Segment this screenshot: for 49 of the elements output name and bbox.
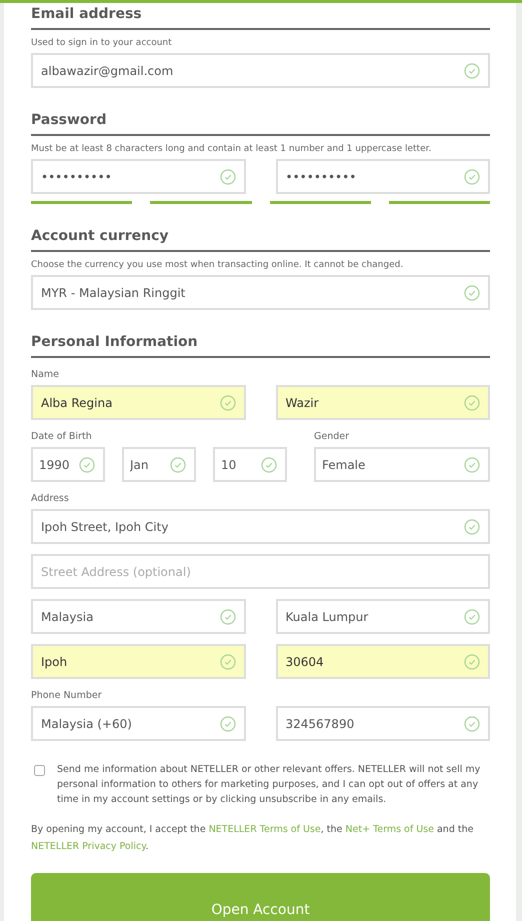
input-field[interactable]: 10 [213, 447, 287, 482]
input-field[interactable]: 30604 [276, 644, 490, 679]
input-field[interactable]: •••••••••• [276, 159, 490, 194]
check-icon [220, 169, 236, 185]
check-icon [464, 457, 480, 473]
input-field[interactable]: •••••••••• [31, 159, 246, 194]
section-heading: Personal Information [31, 331, 490, 358]
hint-text: Must be at least 8 characters long and contain at least 1 number and 1 uppercase letter. [31, 143, 432, 155]
check-icon [220, 716, 236, 732]
check-icon [170, 457, 186, 473]
section-heading: Password [31, 109, 490, 136]
field-label: Phone Number [31, 689, 103, 702]
field-label: Gender [314, 430, 350, 443]
input-field[interactable]: Ipoh [31, 644, 246, 679]
legal-text: By opening my account, I accept the NETELLER Terms of Use, the Net+ Terms of Use and the NETELLER Privacy Policy. [31, 823, 474, 854]
check-icon [464, 285, 480, 301]
hint-text: Used to sign in to your account [31, 37, 173, 49]
check-icon [261, 457, 277, 473]
checkbox[interactable] [34, 765, 45, 776]
consent-text: Send me information about NETELLER or other relevant offers. NETELLER will not sell my personal information to others for marketing purposes, and I can opt out of offers at any time in my account settings or by clicking unsubscribe in any emails. [57, 763, 482, 807]
input-field[interactable]: Wazir [276, 385, 490, 420]
input-field[interactable]: 324567890 [276, 706, 490, 741]
check-icon [220, 395, 236, 411]
input-field[interactable]: 1990 [31, 447, 105, 482]
check-icon [220, 609, 236, 625]
section-heading: Account currency [31, 225, 490, 252]
input-field[interactable]: MYR - Malaysian Ringgit [31, 275, 490, 310]
input-field[interactable]: Female [314, 447, 490, 482]
field-label: Date of Birth [31, 430, 93, 443]
check-icon [464, 169, 480, 185]
check-icon [464, 716, 480, 732]
section-heading: Email address [31, 3, 490, 30]
input-field[interactable]: Malaysia [31, 599, 246, 634]
check-icon [464, 63, 480, 79]
check-icon [464, 395, 480, 411]
check-icon [79, 457, 95, 473]
input-field[interactable]: Ipoh Street, Ipoh City [31, 509, 490, 544]
input-field[interactable]: albawazir@gmail.com [31, 53, 490, 88]
input-field[interactable]: Street Address (optional) [31, 554, 490, 589]
field-label: Address [31, 492, 70, 505]
hint-text: Choose the currency you use most when transacting online. It cannot be changed. [31, 259, 404, 271]
field-label: Name [31, 368, 60, 381]
check-icon [464, 609, 480, 625]
check-icon [220, 654, 236, 670]
check-icon [464, 519, 480, 535]
input-field[interactable]: Malaysia (+60) [31, 706, 246, 741]
input-field[interactable]: Alba Regina [31, 385, 246, 420]
check-icon [464, 654, 480, 670]
input-field[interactable]: Kuala Lumpur [276, 599, 490, 634]
